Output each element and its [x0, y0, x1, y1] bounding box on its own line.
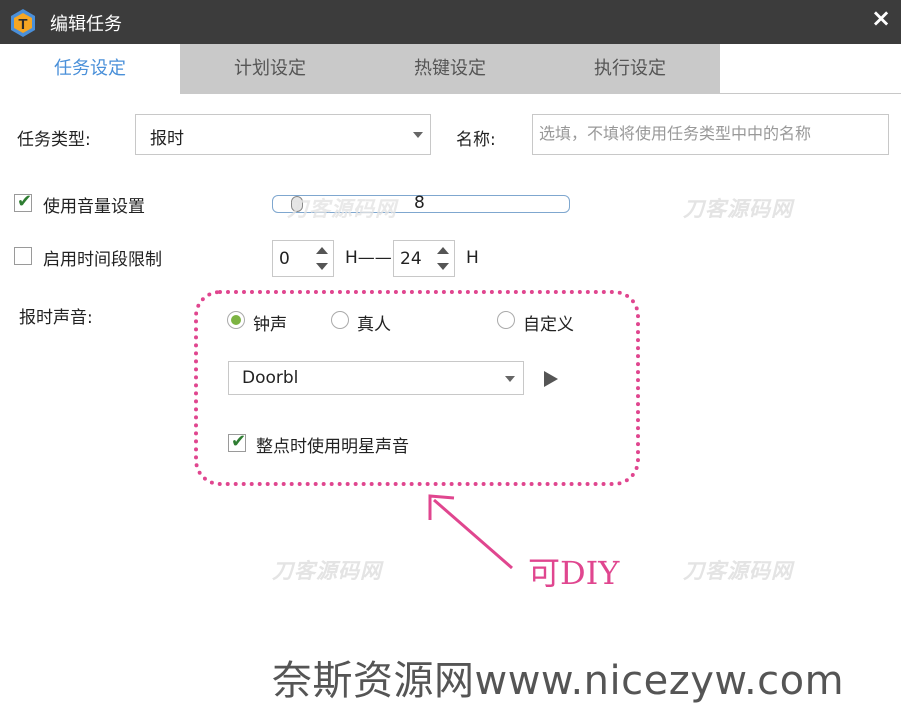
- time-start-spinner[interactable]: 0: [272, 240, 334, 277]
- chevron-down-icon: [505, 376, 515, 382]
- watermark: 刀客源码网: [683, 559, 793, 583]
- radio-bell-label: 钟声: [253, 315, 287, 335]
- checkmark-icon: ✔: [17, 191, 33, 212]
- radio-custom-label: 自定义: [523, 315, 574, 335]
- name-input[interactable]: 选填，不填将使用任务类型中中的名称: [532, 114, 889, 155]
- spin-up-icon[interactable]: [316, 247, 328, 254]
- app-logo-icon: T: [11, 9, 35, 37]
- time-start-value: 0: [279, 249, 290, 269]
- tab-hotkey-settings[interactable]: 热键设定: [360, 44, 540, 94]
- tab-execution-settings[interactable]: 执行设定: [540, 44, 720, 94]
- task-type-label: 任务类型:: [17, 130, 91, 150]
- svg-text:T: T: [18, 16, 27, 33]
- tab-bar: 任务设定 计划设定 热键设定 执行设定: [0, 44, 901, 94]
- tab-task-settings[interactable]: 任务设定: [0, 44, 180, 94]
- annotation-text: 可DIY: [528, 554, 620, 592]
- title-bar: T 编辑任务 ×: [0, 0, 901, 44]
- use-volume-checkbox[interactable]: ✔: [14, 191, 33, 212]
- spin-down-icon[interactable]: [437, 263, 449, 270]
- close-button[interactable]: ×: [868, 4, 894, 32]
- sound-file-value: Doorbl: [242, 368, 299, 388]
- time-end-value: 24: [400, 249, 422, 269]
- footer-watermark: 奈斯资源网www.nicezyw.com: [272, 658, 845, 704]
- star-voice-checkbox[interactable]: ✔: [228, 431, 247, 452]
- time-start-unit: H——: [345, 248, 392, 268]
- window-title: 编辑任务: [50, 14, 122, 35]
- radio-selected-dot: [231, 315, 241, 325]
- task-type-value: 报时: [150, 129, 184, 149]
- radio-human[interactable]: [331, 311, 349, 329]
- spin-down-icon[interactable]: [316, 263, 328, 270]
- watermark: 刀客源码网: [683, 197, 793, 221]
- chevron-down-icon: [413, 132, 423, 138]
- checkmark-icon: ✔: [231, 431, 247, 452]
- radio-custom[interactable]: [497, 311, 515, 329]
- sound-file-select[interactable]: Doorbl: [228, 361, 524, 395]
- spin-up-icon[interactable]: [437, 247, 449, 254]
- tab-schedule-settings[interactable]: 计划设定: [180, 44, 360, 94]
- volume-value: 8: [414, 193, 425, 213]
- time-limit-checkbox[interactable]: [14, 247, 32, 265]
- play-icon[interactable]: [544, 371, 558, 387]
- annotation-arrow-icon: [428, 494, 513, 570]
- name-label: 名称:: [456, 130, 496, 150]
- time-limit-label: 启用时间段限制: [43, 250, 162, 270]
- radio-human-label: 真人: [357, 315, 391, 335]
- watermark: 刀客源码网: [287, 197, 397, 221]
- use-volume-label: 使用音量设置: [43, 197, 145, 217]
- time-end-spinner[interactable]: 24: [393, 240, 455, 277]
- time-end-unit: H: [466, 248, 479, 268]
- radio-bell[interactable]: [227, 311, 245, 329]
- sound-label: 报时声音:: [19, 308, 93, 328]
- task-type-select[interactable]: 报时: [135, 114, 431, 155]
- watermark: 刀客源码网: [272, 559, 382, 583]
- star-voice-label: 整点时使用明星声音: [256, 437, 409, 457]
